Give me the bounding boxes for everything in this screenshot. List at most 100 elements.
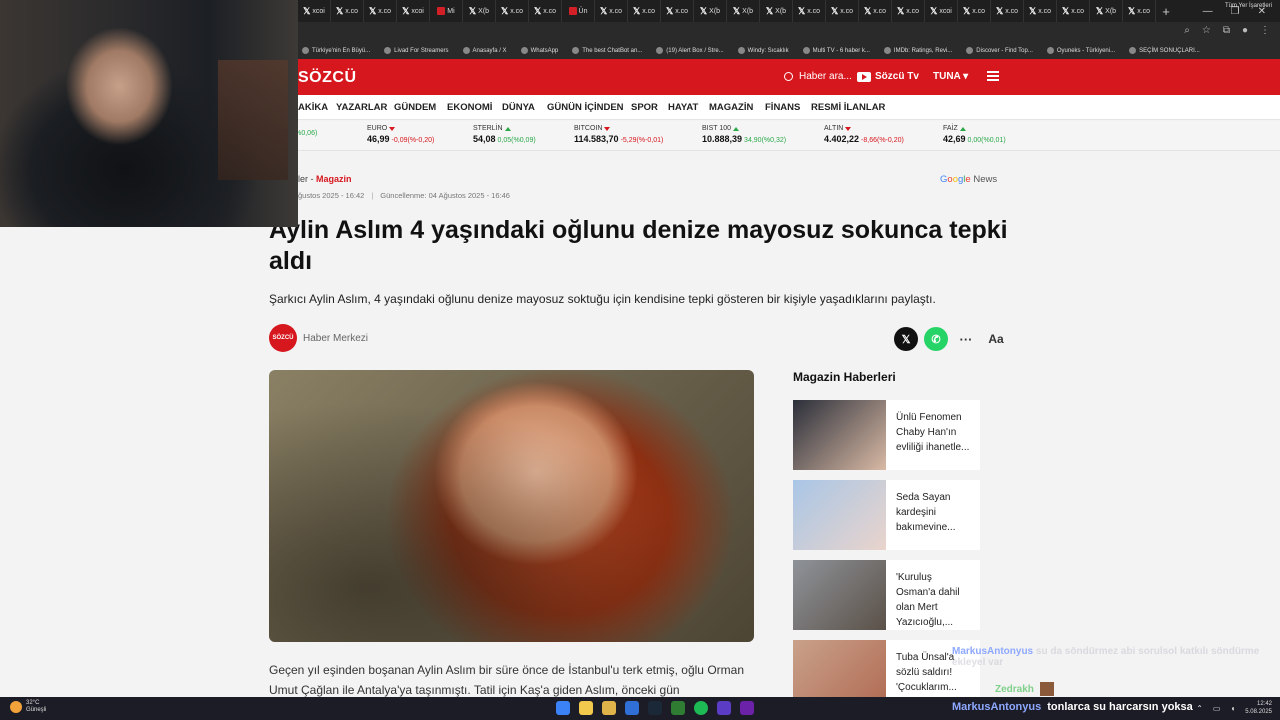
browser-tab[interactable]: 𝕏x.co [991,0,1024,22]
browser-tab[interactable]: 𝕏x.co [892,0,925,22]
x-logo-icon: 𝕏 [863,5,872,16]
share-x-button[interactable]: 𝕏 [894,327,918,351]
bookmark-item[interactable]: Multi TV - 6 haber k... [802,47,870,54]
bookmark-item[interactable]: SEÇİM SONUÇLARI... [1129,47,1200,54]
author-block[interactable]: SÖZCÜ Haber Merkezi [269,324,368,352]
app-icon[interactable] [625,701,639,715]
browser-tab[interactable]: 𝕏x.co [661,0,694,22]
browser-tab[interactable]: 𝕏x.co [595,0,628,22]
weather-widget[interactable]: 32°C Güneşli [10,700,46,714]
browser-tab[interactable]: 𝕏xcoi [298,0,331,22]
google-news-link[interactable]: Google News [940,174,997,185]
market-item[interactable]: ALTIN 4.402,22 -8,66(%-0,20) [824,125,904,144]
user-menu[interactable]: TUNA ▾ [933,71,968,82]
spotify-icon[interactable] [694,701,708,715]
browser-tab[interactable]: 𝕏x.co [1123,0,1156,22]
app-icon[interactable] [717,701,731,715]
browser-tab[interactable]: 𝕏x.co [826,0,859,22]
browser-tab[interactable]: 𝕏x.co [958,0,991,22]
bookmark-star-icon[interactable]: ☆ [1202,25,1211,36]
browser-tab[interactable]: 𝕏xcoi [925,0,958,22]
search-button[interactable]: Haber ara... [784,71,852,82]
sidebar-news-item[interactable]: Ünlü Fenomen Chaby Han'ın evliliği ihane… [793,400,980,470]
profile-icon[interactable]: ● [1242,25,1248,36]
browser-tab[interactable]: 𝕏x.co [331,0,364,22]
nav-item[interactable]: DÜNYA [502,102,535,113]
browser-menu-icon[interactable]: ⋮ [1260,25,1270,36]
browser-tab[interactable]: 𝕏x.co [529,0,562,22]
bookmark-item[interactable]: Oyuneks - Türkiyeni... [1046,47,1116,54]
tv-link[interactable]: Sözcü Tv [857,71,919,82]
bookmark-item[interactable]: IMDb: Ratings, Revi... [883,47,952,54]
nav-item[interactable]: RESMİ İLANLAR [811,102,885,113]
market-item[interactable]: FAİZ 42,69 0,00(%0,01) [943,125,1006,144]
bookmark-item[interactable]: Türkiye'nin En Büyü... [302,47,370,54]
chrome-icon[interactable] [579,701,593,715]
nav-item[interactable]: HAYAT [668,102,698,113]
breadcrumb-section[interactable]: Magazin [316,174,352,184]
sidebar-news-item[interactable]: Seda Sayan kardeşini bakımevine... [793,480,980,550]
browser-tab[interactable]: Mi [430,0,463,22]
browser-tab[interactable]: 𝕏x.co [496,0,529,22]
chevron-up-icon[interactable]: ⌃ [1196,704,1203,713]
breadcrumb-prefix[interactable]: ler - [298,174,316,184]
bookmark-item[interactable]: The best ChatBot an... [572,47,642,54]
bookmark-item[interactable]: Discover - Find Top... [966,47,1033,54]
network-icon[interactable]: ▭ [1213,704,1221,713]
nav-item[interactable]: GÜNDEM [394,102,436,113]
browser-tab[interactable]: 𝕏x.co [859,0,892,22]
extensions-icon[interactable]: ⧉ [1223,25,1230,36]
market-item[interactable]: BIST 100 10.888,39 34,90(%0,32) [702,125,786,144]
zoom-icon[interactable]: ⌕ [1184,25,1190,36]
bookmark-item[interactable]: Anasayfa / X [462,47,507,54]
bookmark-item[interactable]: Livad For Streamers [384,47,449,54]
volume-icon[interactable]: ◖ [1230,704,1235,713]
market-item[interactable]: STERLİN 54,08 0,05(%0,09) [473,125,536,144]
browser-tab[interactable]: 𝕏x.co [628,0,661,22]
nav-item[interactable]: EKONOMİ [447,102,492,113]
share-more-button[interactable]: ··· [954,327,978,351]
browser-tab[interactable]: Ün [562,0,595,22]
tab-label: X(b [775,7,787,15]
hamburger-menu-icon[interactable] [987,71,999,81]
bookmark-label: Oyuneks - Türkiyeni... [1056,47,1116,54]
nav-item[interactable]: AKİKA [298,102,328,113]
clock[interactable]: 12:42 5.08.2025 [1245,700,1272,716]
market-item[interactable]: EURO 46,99 -0,09(%-0,20) [367,125,434,144]
browser-tab[interactable]: 𝕏 X(b [463,0,496,22]
browser-tab[interactable]: 𝕏 X(b [760,0,793,22]
browser-tab[interactable]: 𝕏 X(b [727,0,760,22]
browser-tab[interactable]: 𝕏xcoi [397,0,430,22]
browser-tab[interactable]: 𝕏x.co [1057,0,1090,22]
site-logo[interactable]: SÖZCÜ [298,69,357,87]
file-explorer-icon[interactable] [602,701,616,715]
steam-icon[interactable] [648,701,662,715]
market-value: 54,08 0,05(%0,09) [473,134,536,144]
nav-item[interactable]: YAZARLAR [336,102,387,113]
new-tab-button[interactable]: + [1156,4,1176,19]
app-icon[interactable] [671,701,685,715]
app-icon[interactable] [740,701,754,715]
bookmark-item[interactable]: WhatsApp [520,47,558,54]
browser-tab[interactable]: 𝕏x.co [1024,0,1057,22]
browser-tab[interactable]: 𝕏x.co [793,0,826,22]
sidebar-news-item[interactable]: 'Kuruluş Osman'a dahil olan Mert Yazıcıo… [793,560,980,630]
nav-item[interactable]: GÜNÜN İÇİNDEN [547,102,624,113]
font-size-button[interactable]: Aa [984,327,1008,351]
share-whatsapp-button[interactable]: ✆ [924,327,948,351]
bookmark-favicon-icon [1129,47,1137,54]
market-item[interactable]: BITCOIN 114.583,70 -5,29(%-0,01) [574,125,663,144]
bookmark-item[interactable]: Windy: Sıcaklık [737,47,789,54]
nav-item[interactable]: MAGAZİN [709,102,753,113]
browser-tab[interactable]: 𝕏 X(b [694,0,727,22]
nav-item[interactable]: FİNANS [765,102,800,113]
nav-item[interactable]: SPOR [631,102,658,113]
market-value: 46,99 -0,09(%-0,20) [367,134,434,144]
browser-tab[interactable]: 𝕏 X(b [1090,0,1123,22]
start-icon[interactable] [556,701,570,715]
arrow-up-icon [733,126,740,131]
browser-tab[interactable]: 𝕏x.co [364,0,397,22]
all-bookmarks-link[interactable]: Tüm Yer İşaretleri [1225,3,1272,9]
bookmark-item[interactable]: (19) Alert Box / Stre... [656,47,724,54]
minimize-icon[interactable]: — [1203,6,1213,17]
